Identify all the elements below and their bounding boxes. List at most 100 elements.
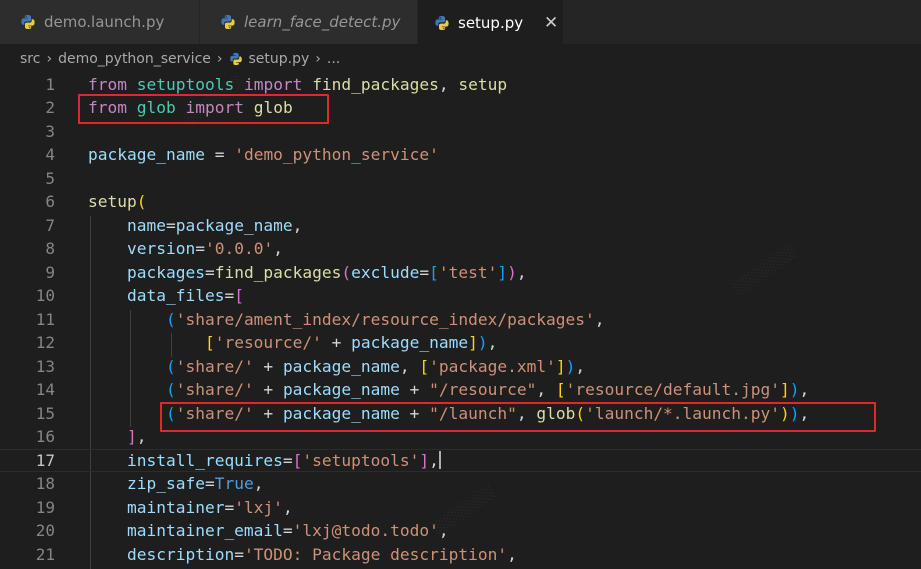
- code-line[interactable]: 7 name=package_name,: [0, 214, 921, 238]
- close-icon[interactable]: ✕: [543, 13, 559, 33]
- code-token: ): [565, 356, 576, 376]
- code-token: '0.0.0': [204, 239, 274, 258]
- code-token: 'lxj': [234, 497, 283, 517]
- code-token: setuptools: [136, 74, 235, 94]
- code-line[interactable]: 6 setup(: [0, 190, 921, 214]
- code-text[interactable]: ('share/ament_index/resource_index/packa…: [88, 308, 605, 332]
- code-line[interactable]: 16 ],: [0, 425, 921, 449]
- code-token: ): [507, 262, 517, 282]
- code-token: =: [195, 239, 205, 258]
- code-text[interactable]: ('share/' + package_name + "/launch", gl…: [88, 402, 809, 426]
- code-token: 'resource/default.jpg': [565, 380, 780, 399]
- code-token: +: [399, 403, 430, 423]
- code-line[interactable]: 10 data_files=[: [0, 284, 921, 308]
- code-text[interactable]: name=package_name,: [88, 214, 302, 238]
- code-text[interactable]: from glob import glob: [88, 96, 293, 120]
- code-line[interactable]: 8 version='0.0.0',: [0, 237, 921, 261]
- code-line[interactable]: 14 ('share/' + package_name + "/resource…: [0, 378, 921, 402]
- code-token: ]: [780, 380, 790, 399]
- code-line[interactable]: 1 from setuptools import find_packages, s…: [0, 73, 921, 96]
- code-text[interactable]: maintainer='lxj',: [88, 496, 293, 520]
- line-number: 17: [35, 450, 55, 470]
- code-token: 'TODO: Package description': [243, 544, 508, 564]
- code-text[interactable]: ['resource/' + package_name]),: [88, 331, 497, 355]
- code-line[interactable]: 18 zip_safe=True,: [0, 472, 921, 496]
- line-number: 16: [35, 427, 55, 446]
- code-line[interactable]: 21 description='TODO: Package descriptio…: [0, 543, 921, 567]
- code-text[interactable]: maintainer_email='lxj@todo.todo',: [88, 519, 449, 543]
- code-token: [: [555, 380, 566, 399]
- code-text[interactable]: description='TODO: Package description',: [88, 543, 517, 567]
- code-text[interactable]: install_requires=['setuptools'],: [88, 449, 441, 473]
- code-token: version: [126, 239, 196, 258]
- code-token: package_name: [351, 333, 469, 352]
- code-text[interactable]: packages=find_packages(exclude=['test'])…: [88, 261, 527, 285]
- code-token: find_packages: [312, 74, 439, 94]
- code-line[interactable]: 4 package_name = 'demo_python_service': [0, 143, 921, 167]
- code-line[interactable]: 13 ('share/' + package_name, ['package.x…: [0, 355, 921, 379]
- code-token: 'share/ament_index/resource_index/packag…: [175, 309, 595, 329]
- code-token: glob: [536, 403, 576, 423]
- code-token: from: [88, 74, 127, 94]
- breadcrumb-item-folder[interactable]: demo_python_service: [58, 51, 211, 67]
- code-token: ]: [555, 356, 566, 376]
- code-token: 'share/': [175, 380, 254, 399]
- code-text[interactable]: package_name = 'demo_python_service': [88, 143, 439, 167]
- breadcrumb-item-src[interactable]: src: [20, 51, 40, 67]
- python-file-icon: [229, 52, 242, 66]
- tab-setup-py[interactable]: setup.py ✕: [418, 0, 564, 44]
- line-number: 1: [45, 74, 55, 94]
- code-token: ,: [536, 380, 556, 399]
- code-text[interactable]: setup(: [88, 190, 146, 214]
- code-token: ]: [419, 450, 430, 470]
- code-token: import: [185, 98, 244, 117]
- code-line[interactable]: 5: [0, 167, 921, 191]
- breadcrumb-item-file[interactable]: setup.py: [249, 51, 310, 67]
- code-token: 'share/': [175, 356, 254, 376]
- code-line[interactable]: 9 packages=find_packages(exclude=['test'…: [0, 261, 921, 285]
- code-line[interactable]: 19 maintainer='lxj',: [0, 496, 921, 520]
- code-text[interactable]: ],: [88, 425, 147, 449]
- code-line[interactable]: 15 ('share/' + package_name + "/launch",…: [0, 402, 921, 426]
- code-text[interactable]: ('share/' + package_name, ['package.xml'…: [88, 355, 585, 379]
- code-line[interactable]: 2 from glob import glob: [0, 96, 921, 120]
- code-token: ,: [487, 333, 498, 352]
- line-number: 14: [35, 380, 55, 399]
- code-text[interactable]: version='0.0.0',: [88, 237, 283, 261]
- code-token: True: [214, 474, 254, 493]
- code-editor[interactable]: ░░░░░░░ ░░░░░░░ ░░░░░░░ 1 from setuptools…: [0, 73, 921, 569]
- code-token: setup: [88, 192, 137, 211]
- code-text[interactable]: ('share/' + package_name + "/resource", …: [88, 378, 809, 402]
- code-token: ]: [126, 427, 137, 446]
- code-line[interactable]: 3: [0, 120, 921, 144]
- code-token: ,: [253, 474, 264, 493]
- code-token: =: [419, 262, 430, 282]
- breadcrumb-item-symbols[interactable]: ...: [327, 51, 340, 67]
- code-token: 'setuptools': [302, 450, 420, 470]
- python-file-icon: [435, 15, 449, 30]
- line-number: 18: [35, 474, 55, 493]
- code-text[interactable]: data_files=[: [88, 284, 244, 308]
- code-line[interactable]: 17 install_requires=['setuptools'],: [0, 449, 921, 473]
- code-text[interactable]: zip_safe=True,: [88, 472, 263, 496]
- code-line[interactable]: 12 ['resource/' + package_name]),: [0, 331, 921, 355]
- code-token: glob: [136, 98, 176, 117]
- tab-learn-face-detect[interactable]: learn_face_detect.py: [200, 0, 418, 44]
- code-token: package_name: [282, 403, 400, 423]
- tab-demo-launch[interactable]: demo.launch.py: [0, 0, 200, 44]
- code-line[interactable]: 20 maintainer_email='lxj@todo.todo',: [0, 519, 921, 543]
- code-line[interactable]: 11 ('share/ament_index/resource_index/pa…: [0, 308, 921, 332]
- code-token: ,: [799, 403, 810, 423]
- chevron-right-icon: ›: [315, 51, 321, 67]
- code-text[interactable]: from setuptools import find_packages, se…: [88, 73, 507, 96]
- code-token: find_packages: [214, 262, 342, 282]
- code-token: =: [224, 497, 235, 517]
- code-token: +: [321, 333, 352, 352]
